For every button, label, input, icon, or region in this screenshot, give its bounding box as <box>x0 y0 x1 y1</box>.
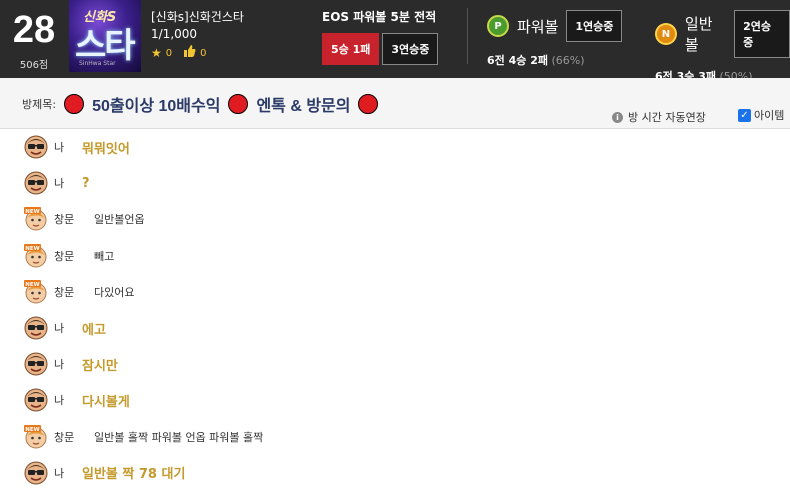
chat-text: ? <box>82 175 90 191</box>
eos-record-panel: EOS 파워볼 5분 전적 5승 1패 3연승중 <box>322 8 450 65</box>
bj-name[interactable]: [신화s]신화건스타 <box>151 9 244 26</box>
red-dot-icon <box>228 94 249 114</box>
chat-text: 다있어요 <box>94 285 135 299</box>
svg-text:NEW: NEW <box>25 245 39 251</box>
chat-nickname[interactable]: 창문 <box>54 248 74 264</box>
powerball-pct: (66%) <box>551 54 585 67</box>
chat-message: 나 에고 <box>0 310 790 346</box>
chat-nickname[interactable]: 나 <box>54 392 64 408</box>
chat-text: 일반볼 홀짝 파워볼 언옵 파워볼 홀짝 <box>94 430 264 444</box>
chat-message: 나 뭐뭐잇어 <box>0 129 790 165</box>
chat-text: 뭐뭐잇어 <box>82 141 130 157</box>
broadcast-header: 28 506점 신화S 스타 SinHwa Star [신화s]신화건스타 1/… <box>0 0 790 83</box>
user-avatar-icon[interactable] <box>24 388 48 412</box>
chat-nickname[interactable]: 나 <box>54 175 64 191</box>
red-dot-icon <box>64 94 85 114</box>
new-user-avatar-icon[interactable]: NEW <box>24 243 48 268</box>
powerball-name: 파워볼 <box>517 17 559 36</box>
points-label: 506점 <box>19 60 49 71</box>
user-avatar-icon[interactable] <box>24 135 48 159</box>
auto-extend-info[interactable]: i 방 시간 자동연장 <box>612 109 706 125</box>
chat-list: 나 뭐뭐잇어 나? NEW 창문 일반볼언옵 NEW 창문 빼고 NEW 창문 다있어요 나 에고 나 잠시만… <box>0 129 790 491</box>
chat-message: NEW 창문 빼고 <box>0 238 790 274</box>
header-divider <box>467 8 468 64</box>
chat-message: 나 잠시만 <box>0 346 790 382</box>
chat-nickname[interactable]: 나 <box>54 139 64 155</box>
auto-extend-label: 방 시간 자동연장 <box>628 111 706 124</box>
broadcast-thumbnail[interactable]: 신화S 스타 SinHwa Star <box>69 0 141 72</box>
eos-title: EOS 파워볼 5분 전적 <box>322 10 437 24</box>
user-avatar-icon[interactable] <box>24 316 48 340</box>
powerball-panel: P 파워볼 1연승중 6전 4승 2패 (66%) <box>487 10 623 68</box>
bj-info: [신화s]신화건스타 1/1,000 ★ 0 0 <box>151 9 244 62</box>
items-toggle[interactable]: ✓ 아이템 <box>738 107 784 123</box>
thumbnail-small-text: SinHwa Star <box>79 60 116 67</box>
chat-nickname[interactable]: 나 <box>54 465 64 481</box>
red-dot-icon <box>358 94 379 114</box>
chat-message: 나 다시볼게 <box>0 382 790 418</box>
new-user-avatar-icon[interactable]: NEW <box>24 207 48 231</box>
level-display: 28 506점 <box>6 10 62 71</box>
normalball-streak[interactable]: 2연승중 <box>734 10 790 58</box>
svg-text:NEW: NEW <box>25 426 39 432</box>
room-title-bar: 방제목: 50출이상 10배수익 엔톡 & 방문의 i 방 시간 자동연장 ✓ … <box>0 78 790 129</box>
new-user-avatar-icon[interactable]: NEW <box>24 279 48 304</box>
star-stat: ★ 0 <box>151 45 172 62</box>
chat-nickname[interactable]: 창문 <box>54 429 74 445</box>
chat-nickname[interactable]: 나 <box>54 320 64 336</box>
normalball-panel: N 일반볼 2연승중 6전 3승 3패 (50%) <box>655 10 790 84</box>
chat-text: 잠시만 <box>82 358 118 374</box>
user-avatar-icon[interactable] <box>24 352 48 376</box>
powerball-record-text: 6전 4승 2패 <box>487 54 548 67</box>
svg-text:NEW: NEW <box>25 282 39 288</box>
svg-text:NEW: NEW <box>25 209 39 215</box>
new-user-avatar-icon[interactable]: NEW <box>24 424 48 449</box>
chat-text: 다시볼게 <box>82 394 130 410</box>
room-title-label: 방제목: <box>22 98 57 111</box>
items-label: 아이템 <box>754 109 785 122</box>
powerball-icon: P <box>487 15 509 37</box>
chat-message: NEW 창문 일반볼언옵 <box>0 201 790 237</box>
chat-nickname[interactable]: 창문 <box>54 211 74 227</box>
level-number: 28 <box>12 9 56 51</box>
user-avatar-icon[interactable] <box>24 171 48 195</box>
room-title-part1: 50출이상 10배수익 <box>92 98 221 115</box>
powerball-record: 6전 4승 2패 (66%) <box>487 52 622 68</box>
room-title-part2: 엔톡 & 방문의 <box>256 98 351 115</box>
star-count: 0 <box>165 48 173 59</box>
chat-nickname[interactable]: 창문 <box>54 284 74 300</box>
chat-nickname[interactable]: 나 <box>54 356 64 372</box>
room-title: 방제목: 50출이상 10배수익 엔톡 & 방문의 <box>22 92 379 116</box>
info-icon: i <box>612 111 623 123</box>
thumbs-up-icon <box>184 45 196 62</box>
eos-streak-badge[interactable]: 3연승중 <box>382 33 439 65</box>
chat-text: 에고 <box>82 322 106 338</box>
viewer-count: 1/1,000 <box>151 27 198 41</box>
chat-text: 일반볼언옵 <box>94 213 145 227</box>
chat-text: 일반볼 짝 78 대기 <box>82 467 186 483</box>
chat-message: 나 일반볼 짝 78 대기 <box>0 455 790 491</box>
chat-message: NEW 창문 일반볼 홀짝 파워볼 언옵 파워볼 홀짝 <box>0 419 790 455</box>
like-stat: 0 <box>184 45 207 62</box>
items-checkbox[interactable]: ✓ <box>738 108 751 122</box>
normalball-icon: N <box>655 23 677 45</box>
star-icon: ★ <box>151 46 162 60</box>
eos-record-badge[interactable]: 5승 1패 <box>322 33 380 65</box>
like-count: 0 <box>200 48 207 59</box>
normalball-name: 일반볼 <box>684 15 713 54</box>
chat-message: NEW 창문 다있어요 <box>0 274 790 310</box>
user-avatar-icon[interactable] <box>24 461 48 485</box>
chat-text: 빼고 <box>94 249 115 263</box>
powerball-streak[interactable]: 1연승중 <box>566 10 623 42</box>
chat-message: 나? <box>0 165 790 201</box>
